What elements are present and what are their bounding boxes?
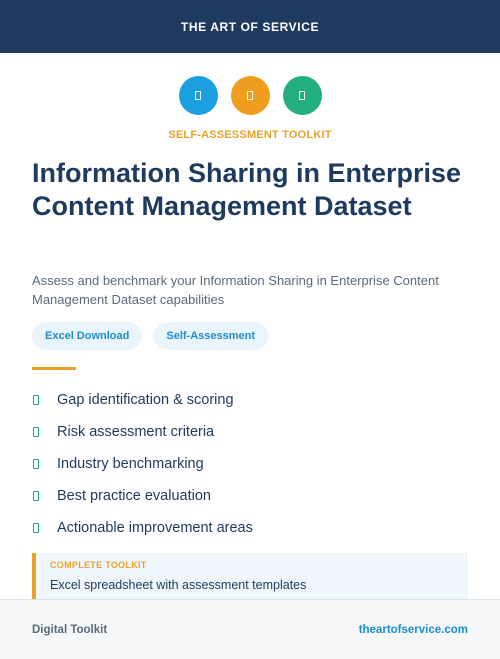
list-item: Best practice evaluation (32, 480, 253, 512)
callout-label: COMPLETE TOOLKIT (50, 560, 147, 570)
check-icon (33, 459, 39, 469)
check-icon (33, 427, 39, 437)
check-icon (33, 491, 39, 501)
document-icon (230, 76, 270, 115)
toolkit-kicker: SELF-ASSESSMENT TOOLKIT (168, 129, 332, 141)
clipboard-icon (178, 76, 218, 115)
tag-excel-download: Excel Download (32, 322, 143, 350)
list-item: Industry benchmarking (32, 448, 253, 480)
tag-self-assessment: Self-Assessment (153, 322, 269, 350)
list-item: Gap identification & scoring (32, 384, 253, 416)
list-item: Risk assessment criteria (32, 416, 253, 448)
website-link[interactable]: theartofservice.com (359, 624, 468, 636)
header-bar: THE ART OF SERVICE (0, 0, 500, 53)
footer-bar: Digital Toolkit theartofservice.com (0, 599, 500, 659)
icon-row (0, 76, 500, 115)
toolkit-callout: COMPLETE TOOLKIT Excel spreadsheet with … (32, 553, 468, 601)
footer-label: Digital Toolkit (32, 623, 108, 636)
page-subtitle: Assess and benchmark your Information Sh… (32, 273, 439, 307)
page-title: Information Sharing in Enterprise Conten… (32, 158, 462, 221)
checklist-icon (282, 76, 322, 115)
feature-label: Gap identification & scoring (57, 392, 234, 408)
feature-label: Actionable improvement areas (57, 520, 253, 536)
brand-title: THE ART OF SERVICE (180, 19, 320, 34)
accent-divider (32, 367, 76, 370)
feature-label: Risk assessment criteria (57, 424, 215, 440)
feature-label: Best practice evaluation (57, 488, 211, 504)
callout-text: Excel spreadsheet with assessment templa… (50, 578, 307, 592)
feature-label: Industry benchmarking (57, 456, 204, 472)
tag-list: Excel Download Self-Assessment (32, 322, 269, 350)
feature-list: Gap identification & scoring Risk assess… (32, 384, 253, 544)
list-item: Actionable improvement areas (32, 512, 253, 544)
check-icon (33, 523, 39, 533)
check-icon (33, 395, 39, 405)
